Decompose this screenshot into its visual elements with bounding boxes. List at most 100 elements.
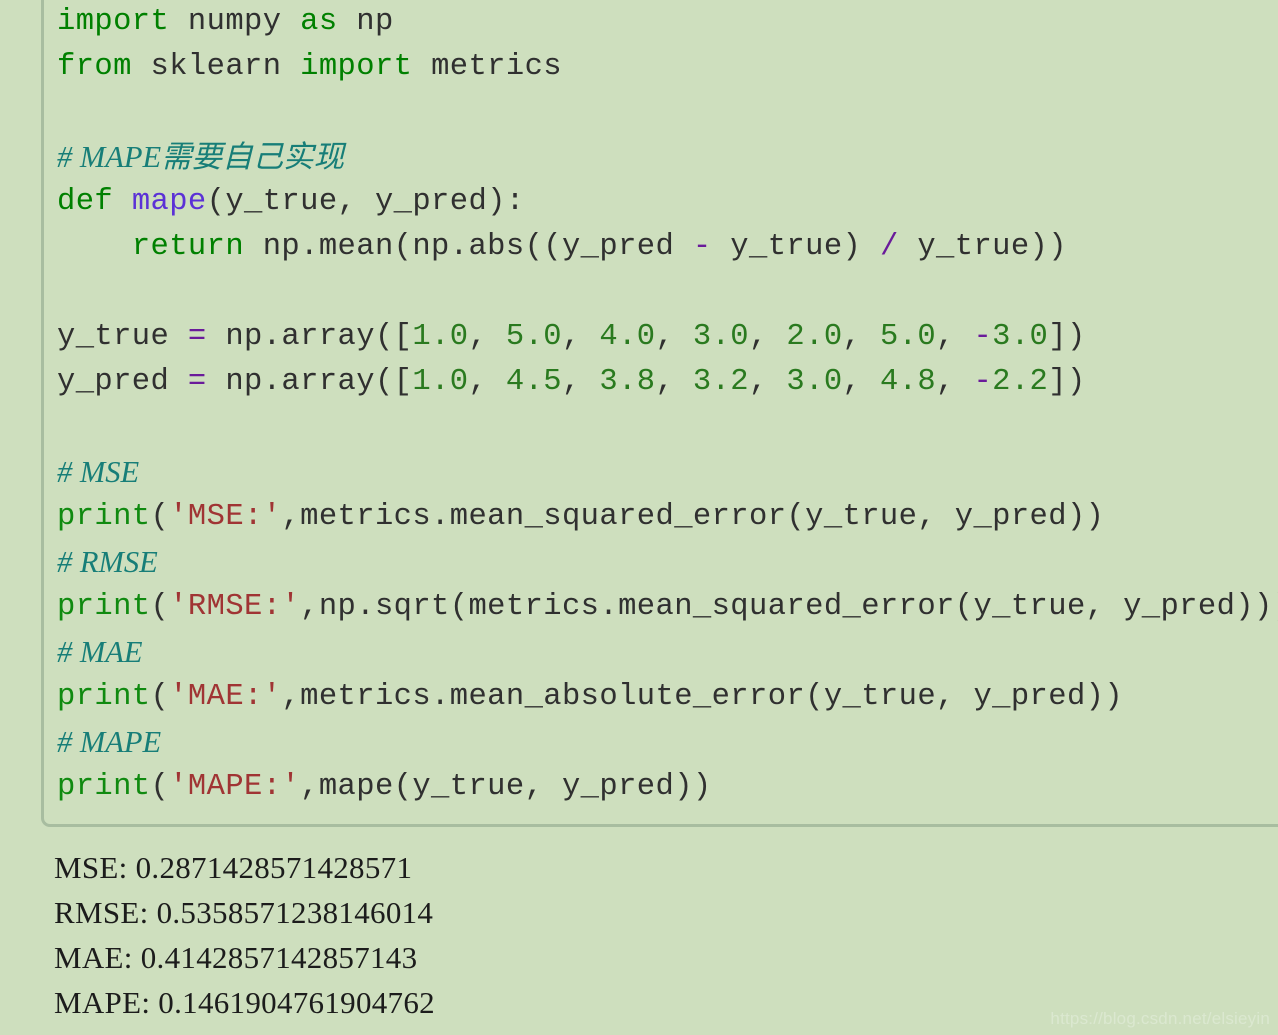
code-token-str: 'MSE:': [169, 500, 282, 534]
code-token-id: ,metrics.mean_squared_error(y_true, y_pr…: [281, 500, 1105, 534]
code-token-id: ,: [749, 320, 787, 354]
code-line: print('MAE:',metrics.mean_absolute_error…: [57, 675, 1278, 720]
code-line: y_pred = np.array([1.0, 4.5, 3.8, 3.2, 3…: [57, 360, 1278, 405]
watermark-url: https://blog.csdn.net/elsieyin: [1050, 1009, 1270, 1028]
code-token-num: 1.0: [412, 320, 469, 354]
code-token-num: 3.0: [992, 320, 1049, 354]
code-token-id: ,: [561, 365, 600, 399]
code-token-num: 5.0: [879, 320, 937, 354]
code-token-id: ,: [842, 320, 880, 354]
code-lines-container: import numpy as np from sklearn import me…: [57, 0, 1278, 810]
code-token-num: 3.0: [692, 320, 750, 354]
code-token-id: np: [356, 5, 394, 39]
code-token-cm: # MSE: [57, 455, 140, 489]
code-token-id: ,: [749, 365, 787, 399]
code-token-num: 3.2: [692, 365, 750, 399]
code-token-id: ]): [1048, 365, 1086, 399]
code-line: [57, 90, 1278, 135]
code-token-str: 'RMSE:': [169, 590, 301, 624]
code-line: print('MAPE:',mape(y_true, y_pred)): [57, 765, 1278, 810]
code-token-num: 1.0: [412, 365, 469, 399]
code-token-num: 4.5: [505, 365, 562, 399]
code-token-num: 4.0: [599, 320, 656, 354]
code-token-cm: # MAPE需要自己实现: [57, 140, 345, 174]
code-line: y_true = np.array([1.0, 5.0, 4.0, 3.0, 2…: [57, 315, 1278, 360]
code-token-id: [57, 230, 132, 264]
code-line: from sklearn import metrics: [57, 45, 1278, 90]
output-line: RMSE: 0.5358571238146014: [54, 895, 434, 930]
code-token-num: 2.0: [786, 320, 843, 354]
code-token-bi: print: [57, 770, 151, 804]
code-token-id: (: [150, 500, 170, 534]
code-token-id: ,: [936, 320, 974, 354]
code-line: # RMSE: [57, 540, 1278, 585]
code-token-id: (: [150, 770, 170, 804]
code-token-kw: import: [57, 5, 170, 39]
console-output-block: MSE: 0.2871428571428571 RMSE: 0.535857123…: [54, 845, 1234, 1025]
code-token-str: 'MAPE:': [169, 770, 301, 804]
code-token-id: y_true: [57, 320, 188, 354]
code-token-id: [412, 50, 431, 84]
code-token-kw: import: [300, 50, 413, 84]
code-token-id: y_true): [711, 230, 880, 264]
code-token-id: [338, 5, 357, 39]
code-token-id: [169, 5, 188, 39]
code-token-id: ,np.sqrt(metrics.mean_squared_error(y_tr…: [300, 590, 1278, 624]
code-token-id: [281, 50, 300, 84]
code-token-kw: as: [300, 5, 338, 39]
code-token-cm: # MAPE: [57, 725, 162, 759]
code-line: # MAE: [57, 630, 1278, 675]
code-token-op: -: [973, 365, 993, 399]
code-token-num: 2.2: [992, 365, 1049, 399]
code-token-id: [132, 50, 151, 84]
code-token-id: [57, 275, 76, 309]
code-token-num: 3.0: [786, 365, 843, 399]
code-token-id: ,: [468, 320, 506, 354]
code-line: def mape(y_true, y_pred):: [57, 180, 1278, 225]
code-token-id: numpy: [187, 5, 282, 39]
code-token-id: metrics: [431, 50, 562, 84]
code-token-op: -: [973, 320, 993, 354]
code-token-bi: print: [57, 590, 151, 624]
code-token-id: sklearn: [150, 50, 282, 84]
code-token-id: ,: [842, 365, 880, 399]
code-token-kw: return: [131, 230, 245, 264]
code-token-op: =: [187, 320, 207, 354]
code-token-id: [57, 410, 76, 444]
code-token-id: [57, 95, 76, 129]
code-token-id: ,mape(y_true, y_pred)): [300, 770, 712, 804]
code-token-id: ,: [561, 320, 600, 354]
code-token-id: [281, 5, 300, 39]
code-token-id: np.array([: [206, 320, 413, 354]
code-token-str: 'MAE:': [169, 680, 282, 714]
code-line: print('MSE:',metrics.mean_squared_error(…: [57, 495, 1278, 540]
code-token-id: ,: [936, 365, 974, 399]
code-token-id: ,: [655, 320, 693, 354]
output-line: MAE: 0.4142857142857143: [54, 940, 418, 975]
code-token-id: (y_true, y_pred):: [206, 185, 525, 219]
code-token-kw: def: [57, 185, 114, 219]
output-line: MSE: 0.2871428571428571: [54, 850, 413, 885]
code-line: return np.mean(np.abs((y_pred - y_true) …: [57, 225, 1278, 270]
code-token-id: ,: [655, 365, 693, 399]
code-token-id: ,: [468, 365, 506, 399]
code-token-id: ,metrics.mean_absolute_error(y_true, y_p…: [281, 680, 1124, 714]
code-line: print('RMSE:',np.sqrt(metrics.mean_squar…: [57, 585, 1278, 630]
code-token-id: np.array([: [206, 365, 413, 399]
code-token-id: [113, 185, 132, 219]
code-line: # MAPE: [57, 720, 1278, 765]
code-token-op: /: [879, 230, 899, 264]
code-token-fn: mape: [131, 185, 207, 219]
code-line: import numpy as np: [57, 0, 1278, 45]
code-token-num: 3.8: [599, 365, 656, 399]
code-line: [57, 270, 1278, 315]
code-token-op: -: [692, 230, 712, 264]
code-block: import numpy as np from sklearn import me…: [41, 0, 1278, 827]
code-token-cm: # RMSE: [57, 545, 158, 579]
code-token-cm: # MAE: [57, 635, 143, 669]
code-token-kw: from: [57, 50, 132, 84]
code-token-num: 4.8: [879, 365, 937, 399]
code-token-id: y_true)): [898, 230, 1067, 264]
code-line: # MAPE需要自己实现: [57, 135, 1278, 180]
code-line: [57, 405, 1278, 450]
